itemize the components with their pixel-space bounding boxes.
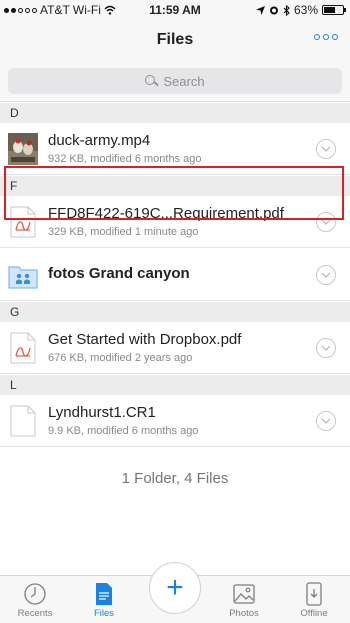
more-icon [314,34,320,40]
file-name: Get Started with Dropbox.pdf [48,331,242,348]
item-options-button[interactable] [316,139,336,159]
file-meta: 329 KB, modified 1 minute ago [48,226,199,238]
tab-label: Files [93,608,115,619]
add-button[interactable]: + [149,562,201,614]
file-name: FFD8F422-619C...Requirement.pdf [48,205,284,222]
chevron-down-icon [321,146,331,152]
bluetooth-icon [283,4,290,16]
search-bar: Search [0,60,350,102]
pdf-icon [10,206,36,238]
file-name: Lyndhurst1.CR1 [48,404,156,421]
location-icon [255,5,265,15]
plus-icon: + [166,571,184,604]
item-options-button[interactable] [316,338,336,358]
navigation-bar: Files [0,20,350,60]
pdf-icon [10,332,36,364]
page-title: Files [156,31,194,48]
status-indicators: 63% [255,3,346,17]
video-thumbnail [8,133,38,165]
tab-recents[interactable]: Recents [5,582,65,619]
search-input[interactable]: Search [8,68,342,94]
search-icon [145,75,157,87]
list-item-lyndhurst[interactable]: Lyndhurst1.CR1 9.9 KB, modified 6 months… [0,395,350,447]
battery-level [324,7,336,13]
tab-label: Photos [229,608,259,619]
document-icon [10,405,36,437]
phone-download-icon [306,582,322,606]
section-header-g: G [0,302,350,322]
section-header-d: D [0,103,350,123]
list-item-ffd8f422-pdf[interactable]: FFD8F422-619C...Requirement.pdf 329 KB, … [0,196,350,248]
search-placeholder: Search [163,73,205,89]
alarm-icon [269,6,278,15]
file-icon [96,583,112,605]
chevron-down-icon [321,418,331,424]
battery-icon [322,5,346,15]
section-header-l: L [0,375,350,395]
file-meta: 676 KB, modified 2 years ago [48,352,193,364]
chevron-down-icon [321,219,331,225]
battery-percent: 63% [293,3,318,17]
clock-icon [24,583,46,605]
shared-folder-icon [8,266,38,289]
file-name: duck-army.mp4 [48,132,151,149]
chevron-down-icon [321,345,331,351]
list-item-fotos-grand-canyon[interactable]: fotos Grand canyon [0,249,350,301]
list-item-get-started-pdf[interactable]: Get Started with Dropbox.pdf 676 KB, mod… [0,322,350,374]
files-summary: 1 Folder, 4 Files [121,470,229,487]
file-meta: 932 KB, modified 6 months ago [48,153,202,165]
tab-offline[interactable]: Offline [284,582,344,619]
tab-label: Offline [300,608,328,619]
item-options-button[interactable] [316,265,336,285]
photo-icon [233,584,255,604]
folder-name: fotos Grand canyon [48,265,190,282]
tab-label: Recents [17,608,53,619]
section-header-f: F [0,176,350,196]
chevron-down-icon [321,272,331,278]
tab-files[interactable]: Files [74,582,134,619]
item-options-button[interactable] [316,411,336,431]
item-options-button[interactable] [316,212,336,232]
file-meta: 9.9 KB, modified 6 months ago [48,425,199,437]
list-item-duck-army[interactable]: duck-army.mp4 932 KB, modified 6 months … [0,123,350,175]
tab-photos[interactable]: Photos [214,582,274,619]
more-options-button[interactable] [314,34,338,40]
status-bar: AT&T Wi-Fi 11:59 AM 63% [0,0,350,20]
